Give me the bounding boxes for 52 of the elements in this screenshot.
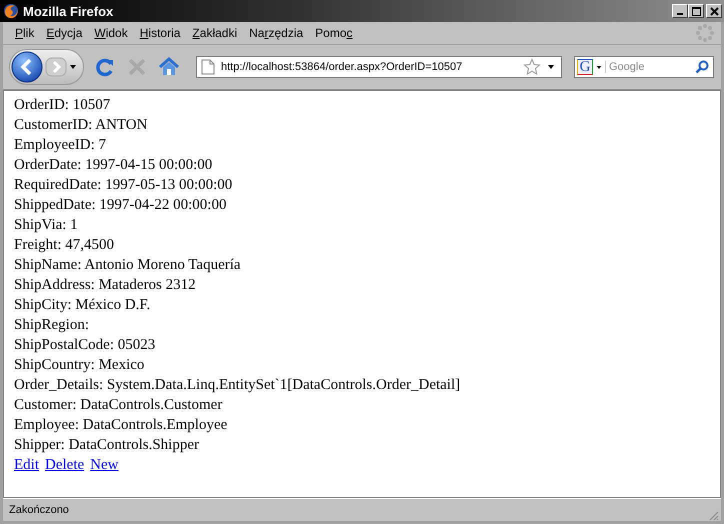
field-text: ShipAddress: Mataderos 2312 (14, 276, 197, 295)
menu-item[interactable]: Pomoc (309, 26, 359, 40)
field-text: ShippedDate: 1997-04-22 00:00:00 (14, 196, 228, 215)
close-icon (710, 6, 718, 16)
maximize-button[interactable] (688, 4, 704, 18)
firefox-icon (3, 3, 19, 19)
field-text: EmployeeID: 7 (14, 136, 108, 155)
minimize-icon (677, 13, 683, 15)
close-button[interactable] (706, 4, 722, 18)
page-icon (201, 59, 215, 75)
star-icon[interactable] (523, 58, 541, 76)
dropdown-arrow-icon[interactable] (596, 64, 602, 70)
field-text: RequiredDate: 1997-05-13 00:00:00 (14, 176, 234, 195)
throbber-icon (695, 23, 715, 43)
field-text: ShipName: Antonio Moreno Taquería (14, 256, 242, 275)
menu-item[interactable]: Widok (88, 26, 134, 40)
maximize-icon (692, 6, 700, 16)
field-text: Order_Details: System.Data.Linq.EntitySet`1[DataControls.Order_Detail] (14, 376, 462, 395)
action-link[interactable]: New (90, 455, 118, 475)
dropdown-arrow-icon[interactable] (547, 64, 555, 70)
field-text: Employee: DataControls.Employee (14, 416, 228, 435)
field-text: ShipPostalCode: 05023 (14, 336, 156, 355)
search-icon[interactable] (695, 60, 709, 74)
menu-item[interactable]: Edycja (40, 26, 88, 40)
minimize-button[interactable] (672, 4, 688, 18)
action-link[interactable]: Delete (45, 455, 84, 475)
field-text: OrderID: 10507 (14, 96, 112, 115)
action-link[interactable]: Edit (14, 455, 39, 475)
address-field[interactable]: http://localhost:53864/order.aspx?OrderID=10507 (196, 56, 562, 78)
reload-button[interactable] (94, 56, 116, 78)
field-text: Customer: DataControls.Customer (14, 396, 224, 415)
field-text: ShipVia: 1 (14, 216, 79, 235)
field-text: ShipRegion: (14, 316, 90, 335)
field-text: ShipCountry: Mexico (14, 356, 146, 375)
menu-item[interactable]: Historia (134, 26, 186, 40)
resize-grip-icon[interactable] (707, 509, 719, 521)
status-text: Zakończono (9, 504, 70, 516)
field-text: OrderDate: 1997-04-15 00:00:00 (14, 156, 214, 175)
history-dropdown-icon[interactable] (69, 64, 77, 70)
field-text: CustomerID: ANTON (14, 116, 148, 135)
home-button[interactable] (158, 56, 180, 78)
search-engine-button[interactable]: G (577, 59, 593, 75)
url-text: http://localhost:53864/order.aspx?OrderID=10507 (221, 61, 464, 73)
field-text: Freight: 47,4500 (14, 236, 115, 255)
menu-item[interactable]: Narzędzia (243, 26, 310, 40)
field-text: Shipper: DataControls.Shipper (14, 436, 200, 455)
window-title: Mozilla Firefox (23, 4, 114, 18)
menu-item[interactable]: Plik (9, 26, 40, 40)
search-field[interactable]: G Google (574, 56, 714, 78)
field-text: ShipCity: México D.F. (14, 296, 152, 315)
back-button[interactable] (11, 51, 43, 83)
menu-item[interactable]: Zakładki (186, 26, 244, 40)
